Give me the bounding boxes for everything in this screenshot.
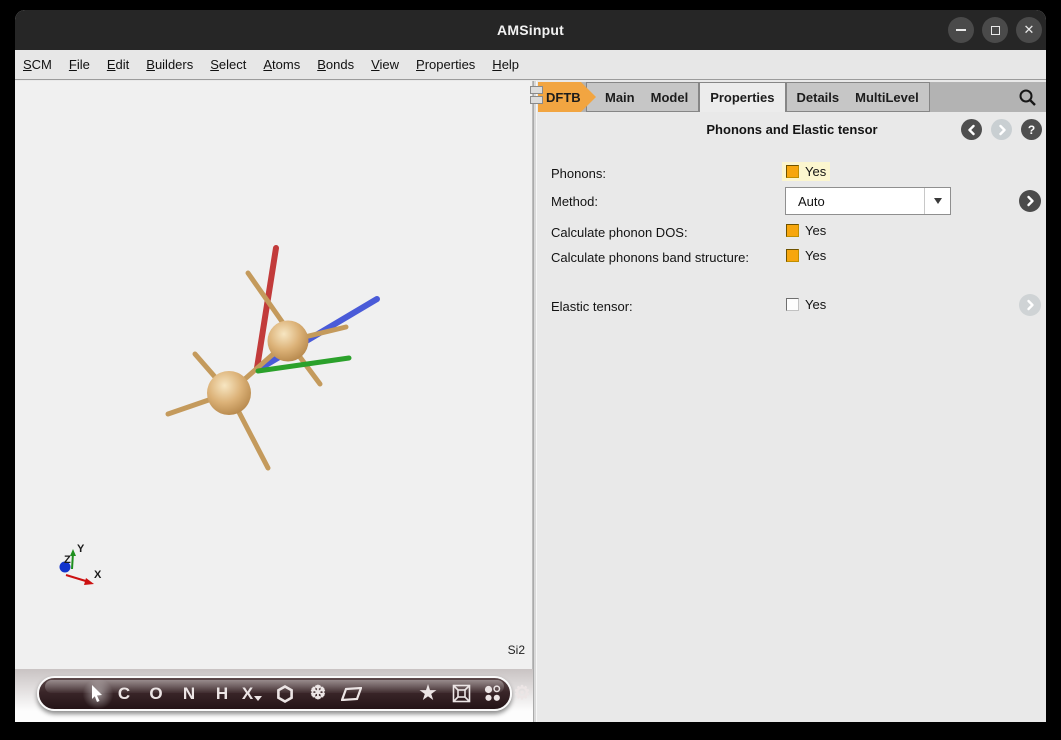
maximize-button[interactable]	[982, 17, 1008, 43]
viewer-toolbar-strip: C O N H X ❆ ★	[15, 669, 533, 722]
band-structure-checkbox-row[interactable]: Yes	[782, 246, 830, 265]
star-tool-icon[interactable]: ★	[415, 678, 441, 709]
fragments-tool-icon[interactable]	[479, 678, 505, 709]
phonons-checkbox[interactable]	[786, 165, 799, 178]
atom-tool-x[interactable]: X	[235, 678, 269, 709]
molecule-canvas[interactable]: Y Z X Si2	[15, 81, 533, 669]
phonon-dos-label: Calculate phonon DOS:	[551, 225, 688, 240]
main-content: Y Z X Si2 C O N H	[15, 81, 1046, 722]
menu-item-help[interactable]: Help	[492, 57, 519, 72]
menu-item-scm[interactable]: SCM	[23, 57, 52, 72]
band-structure-label: Calculate phonons band structure:	[551, 250, 749, 265]
method-dropdown-value: Auto	[786, 194, 924, 209]
splitter-grip-2[interactable]	[530, 96, 543, 104]
method-label: Method:	[551, 194, 598, 209]
tab-properties[interactable]: Properties	[699, 82, 785, 112]
axis-y-label: Y	[77, 543, 85, 555]
menu-item-properties[interactable]: Properties	[416, 57, 475, 72]
method-dropdown-button[interactable]	[924, 188, 950, 214]
atom-tool-o[interactable]: O	[143, 678, 169, 709]
molecule-viewer: Y Z X Si2 C O N H	[15, 81, 533, 722]
minimize-button[interactable]	[948, 17, 974, 43]
search-icon	[1018, 88, 1037, 107]
axis-x-label: X	[94, 569, 102, 581]
search-button[interactable]	[1018, 82, 1046, 112]
window-controls: ✕	[948, 17, 1042, 43]
menu-item-view[interactable]: View	[371, 57, 399, 72]
pointer-tool-icon[interactable]	[84, 678, 110, 709]
band-structure-checkbox[interactable]	[786, 249, 799, 262]
plane-tool-icon[interactable]	[338, 678, 364, 709]
phonons-checkbox-label: Yes	[805, 164, 826, 179]
phonon-dos-checkbox-label: Yes	[805, 223, 826, 238]
method-dropdown[interactable]: Auto	[785, 187, 951, 215]
phonons-label: Phonons:	[551, 166, 606, 181]
axis-z-label: Z	[64, 554, 71, 566]
molecule-formula-label: Si2	[508, 643, 525, 657]
atom-tool-h[interactable]: H	[209, 678, 235, 709]
phonon-dos-checkbox-row[interactable]: Yes	[782, 221, 830, 240]
close-icon: ✕	[1024, 22, 1035, 38]
axis-triad: Y Z X	[60, 543, 103, 585]
menu-item-file[interactable]: File	[69, 57, 90, 72]
band-structure-checkbox-label: Yes	[805, 248, 826, 263]
cell-tool-icon[interactable]	[448, 678, 474, 709]
tab-model[interactable]: Model	[651, 90, 689, 105]
menu-item-atoms[interactable]: Atoms	[263, 57, 300, 72]
menu-item-edit[interactable]: Edit	[107, 57, 129, 72]
chevron-right-icon	[996, 124, 1008, 136]
menu-item-builders[interactable]: Builders	[146, 57, 193, 72]
panel-header: Phonons and Elastic tensor ?	[538, 119, 1046, 141]
chevron-left-icon	[966, 124, 978, 136]
chevron-right-icon	[1024, 299, 1036, 311]
crystal-tool-icon[interactable]: ❆	[305, 678, 331, 709]
ring-tool-icon[interactable]	[272, 678, 298, 709]
forward-button[interactable]	[991, 119, 1012, 140]
method-detail-button[interactable]	[1019, 190, 1041, 212]
tab-group-details-multilevel: Details MultiLevel	[786, 82, 930, 112]
elastic-tensor-detail-button[interactable]	[1019, 294, 1041, 316]
tab-bar: DFTB Main Model Properties Details Multi…	[538, 82, 1046, 112]
elastic-tensor-checkbox[interactable]	[786, 298, 799, 311]
settings-panel: DFTB Main Model Properties Details Multi…	[538, 81, 1046, 722]
atom-x-dropdown-icon	[254, 696, 262, 701]
chevron-right-icon	[1024, 195, 1036, 207]
atom-tool-n[interactable]: N	[176, 678, 202, 709]
molecule-3d-render: Y Z X	[15, 81, 533, 669]
menu-item-select[interactable]: Select	[210, 57, 246, 72]
tab-details[interactable]: Details	[797, 90, 840, 105]
atom-si-2[interactable]	[268, 321, 309, 362]
maximize-icon	[991, 26, 1000, 35]
viewer-toolbar: C O N H X ❆ ★	[37, 676, 512, 711]
tab-main[interactable]: Main	[605, 90, 635, 105]
phonon-dos-checkbox[interactable]	[786, 224, 799, 237]
gear-icon[interactable]: ⚙	[509, 678, 535, 709]
atom-si-1[interactable]	[207, 371, 251, 415]
help-button[interactable]: ?	[1021, 119, 1042, 140]
phonons-checkbox-row[interactable]: Yes	[782, 162, 830, 181]
menu-item-bonds[interactable]: Bonds	[317, 57, 354, 72]
title-bar: AMSinput ✕	[15, 10, 1046, 50]
elastic-tensor-checkbox-row[interactable]: Yes	[782, 295, 830, 314]
minimize-icon	[956, 29, 966, 31]
amsinput-window: AMSinput ✕ SCM File Edit Builders Select…	[15, 10, 1046, 722]
dropdown-arrow-icon	[934, 198, 942, 204]
window-title: AMSinput	[15, 22, 1046, 38]
atom-tool-c[interactable]: C	[111, 678, 137, 709]
elastic-tensor-checkbox-label: Yes	[805, 297, 826, 312]
close-button[interactable]: ✕	[1016, 17, 1042, 43]
panel-splitter[interactable]	[533, 81, 537, 722]
splitter-grip-1[interactable]	[530, 86, 543, 94]
menu-bar: SCM File Edit Builders Select Atoms Bond…	[15, 50, 1046, 80]
tab-multilevel[interactable]: MultiLevel	[855, 90, 919, 105]
tab-group-main-model: Main Model	[586, 82, 699, 112]
back-button[interactable]	[961, 119, 982, 140]
elastic-tensor-label: Elastic tensor:	[551, 299, 633, 314]
